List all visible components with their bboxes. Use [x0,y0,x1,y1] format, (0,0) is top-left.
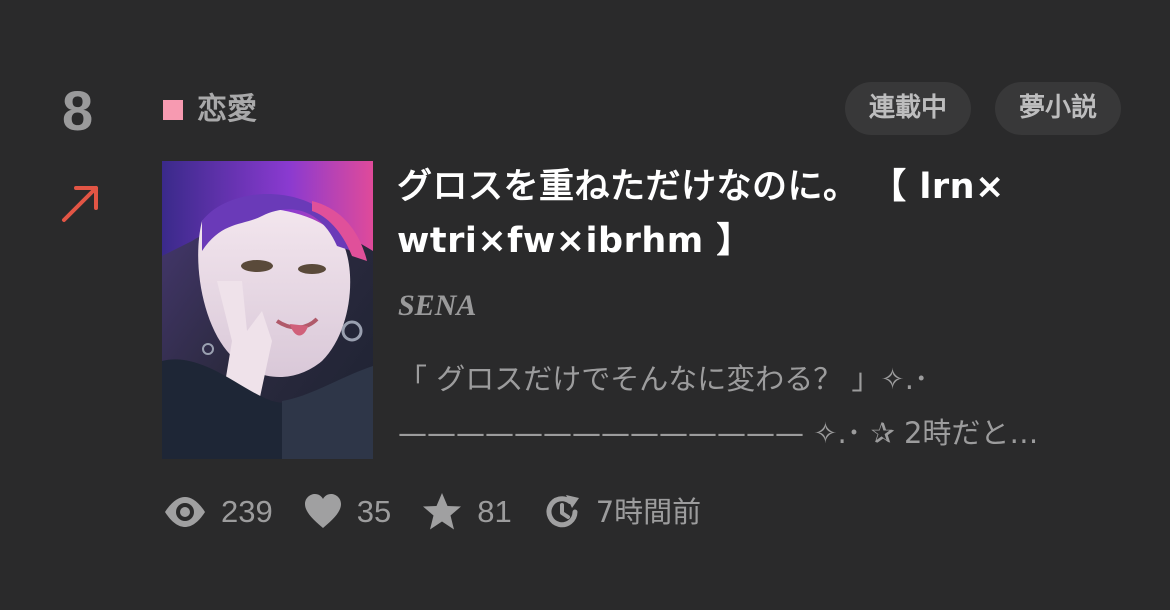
star-icon [423,493,462,530]
story-summary: 「 グロスだけでそんなに変わる？ 」✧.･ —————————————— ✧.･… [398,352,1113,460]
genre-tag[interactable]: 恋愛 [163,92,257,128]
status-badges: 連載中 夢小説 [844,82,1121,135]
genre-color-swatch [163,100,183,120]
serializing-badge[interactable]: 連載中 [844,82,971,135]
heart-icon [304,494,341,528]
eye-icon [165,497,205,527]
likes-count: 35 [356,494,392,529]
likes-stat: 35 [303,492,391,532]
author-name[interactable]: SENA [398,288,476,324]
ranking-number: 8 [62,79,94,142]
views-stat: 239 [163,490,273,534]
arrow-up-right-icon [62,186,98,222]
stars-stat: 81 [421,491,512,533]
clock-refresh-icon [546,495,579,528]
updated-time: 7時間前 [595,495,702,529]
story-stats: 239 35 81 7時間前 [163,490,731,534]
updated-stat: 7時間前 [542,492,701,532]
story-title[interactable]: グロスを重ねただけなのに。 【 lrn× wtri×fw×ibrhm 】 [397,160,1109,268]
stars-count: 81 [477,494,512,529]
dream-novel-badge[interactable]: 夢小説 [994,82,1121,135]
genre-label: 恋愛 [197,92,257,127]
summary-line: 「 グロスだけでそんなに変わる？ 」✧.･ [398,362,929,396]
cover-image[interactable] [162,161,373,459]
summary-line: —————————————— ✧.･ ✰ 2時だと… [398,416,1039,450]
views-count: 239 [221,494,273,529]
